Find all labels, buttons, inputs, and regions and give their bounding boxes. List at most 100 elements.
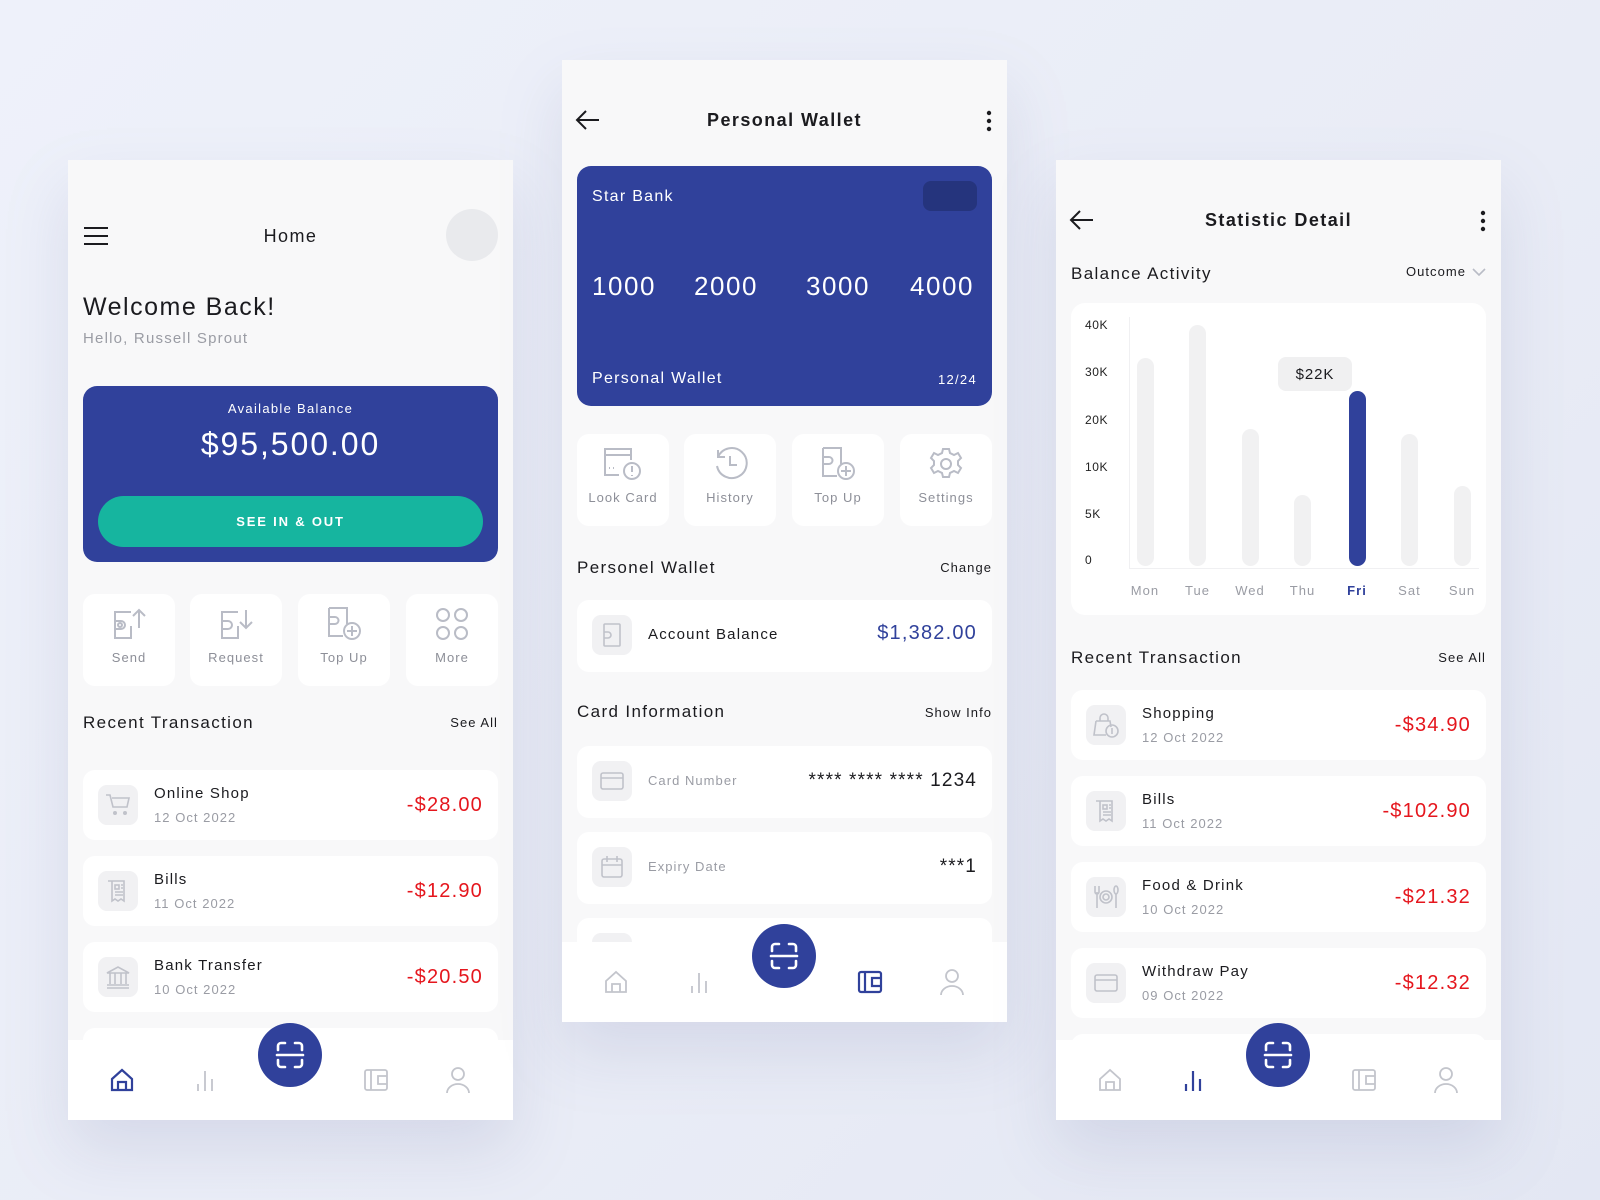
nav-stats[interactable]	[1177, 1064, 1209, 1096]
page-title: Personal Wallet	[707, 110, 862, 130]
transaction-name: Online Shop	[154, 785, 250, 802]
send-action[interactable]: Send	[83, 594, 175, 686]
transaction-amount: -$12.32	[1394, 972, 1471, 994]
account-balance-value: $1,382.00	[877, 622, 977, 644]
card-number-label: Card Number	[648, 773, 738, 788]
bar-sun[interactable]	[1453, 485, 1471, 566]
x-tick-label: Mon	[1130, 583, 1160, 598]
statistic-screen: Statistic Detail Balance Activity Outcom…	[1056, 160, 1501, 1120]
topup-action[interactable]: Top Up	[298, 594, 390, 686]
transaction-amount: -$34.90	[1394, 714, 1471, 736]
card-icon	[592, 761, 632, 801]
home-screen: Home Welcome Back! Hello, Russell Sprout…	[68, 160, 513, 1120]
account-balance-label: Account Balance	[648, 626, 779, 643]
balance-value: $95,500.00	[200, 426, 381, 462]
action-label: History	[706, 490, 754, 505]
welcome-heading: Welcome Back!	[83, 293, 276, 321]
transaction-amount: -$102.90	[1382, 800, 1471, 822]
change-link[interactable]: Change	[940, 560, 992, 575]
balance-card: Available Balance $95,500.00 SEE IN & OU…	[83, 386, 498, 562]
transaction-row[interactable]: Online Shop 12 Oct 2022 -$28.00	[83, 770, 498, 840]
transaction-row[interactable]: Withdraw Pay 09 Oct 2022 -$12.32	[1071, 948, 1486, 1018]
filter-value: Outcome	[1405, 264, 1466, 279]
nav-home[interactable]	[106, 1064, 138, 1096]
show-info-link[interactable]: Show Info	[925, 705, 992, 720]
x-tick-label: Sat	[1398, 583, 1421, 598]
chart-plot: 0 5K 10K 20K 30K 40K Mon Tue Wed Thu Fri $22K Sat Sun	[1071, 303, 1486, 615]
transaction-amount: -$20.50	[406, 966, 483, 988]
expiry-date-row: Expiry Date ***1	[577, 832, 992, 904]
see-all-link[interactable]: See All	[1438, 650, 1486, 665]
bar-sat[interactable]	[1401, 434, 1418, 566]
filter-dropdown[interactable]: Outcome	[1406, 264, 1486, 279]
settings-action[interactable]: Settings	[900, 434, 992, 526]
scan-icon	[769, 942, 799, 970]
y-tick-label: 5K	[1085, 507, 1101, 521]
wallet-screen: Personal Wallet Star Bank 1000 2000 3000…	[562, 60, 1007, 1022]
nav-wallet[interactable]	[1348, 1064, 1380, 1096]
expiry-date-value: ***1	[939, 856, 977, 877]
scan-button[interactable]	[258, 1023, 322, 1087]
action-label: Request	[208, 650, 264, 665]
y-axis-line	[1129, 317, 1130, 569]
wallet-topup-icon	[328, 607, 361, 640]
transaction-row[interactable]: Shopping 12 Oct 2022 -$34.90	[1071, 690, 1486, 760]
account-balance-row[interactable]: Account Balance $1,382.00	[577, 600, 992, 672]
wallet-icon	[592, 615, 632, 655]
card-number-value: **** **** **** 1234	[808, 770, 977, 791]
card-number-group: 4000	[910, 271, 975, 301]
scan-icon	[1263, 1041, 1293, 1069]
transaction-row[interactable]: Food & Drink 10 Oct 2022 -$21.32	[1071, 862, 1486, 932]
chart-icon	[197, 1071, 213, 1091]
transaction-date: 09 Oct 2022	[1142, 988, 1225, 1003]
transaction-date: 11 Oct 2022	[154, 896, 236, 911]
bar-wed[interactable]	[1241, 429, 1259, 566]
transaction-date: 12 Oct 2022	[154, 810, 237, 825]
history-action[interactable]: History	[684, 434, 776, 526]
nav-home[interactable]	[1094, 1064, 1126, 1096]
topup-action[interactable]: Top Up	[792, 434, 884, 526]
avatar[interactable]	[446, 209, 498, 261]
nav-stats[interactable]	[683, 966, 715, 998]
calendar-icon	[592, 847, 632, 887]
action-label: Settings	[918, 490, 974, 505]
balance-chart: 0 5K 10K 20K 30K 40K Mon Tue Wed Thu Fri $22K Sat Sun	[1071, 303, 1486, 615]
greeting-text: Hello, Russell Sprout	[83, 330, 249, 347]
card-alert-icon	[604, 448, 641, 480]
bar-thu[interactable]	[1294, 495, 1311, 566]
transaction-row[interactable]: Bills 11 Oct 2022 -$12.90	[83, 856, 498, 926]
nav-profile[interactable]	[1430, 1064, 1462, 1096]
nav-wallet[interactable]	[854, 966, 886, 998]
nav-profile[interactable]	[936, 966, 968, 998]
request-action[interactable]: Request	[190, 594, 282, 686]
card-holder: Personal Wallet	[592, 370, 723, 387]
y-tick-label: 0	[1085, 553, 1093, 567]
gear-icon	[929, 448, 963, 478]
transaction-name: Bank Transfer	[154, 957, 263, 974]
see-in-out-button[interactable]: SEE IN & OUT	[98, 496, 483, 547]
bar-mon[interactable]	[1136, 357, 1154, 566]
nav-stats[interactable]	[189, 1064, 221, 1096]
more-options-button[interactable]	[981, 108, 997, 134]
card-expiry: 12/24	[937, 372, 977, 387]
nav-profile[interactable]	[442, 1064, 474, 1096]
bank-name: Star Bank	[592, 188, 674, 205]
see-all-link[interactable]: See All	[450, 715, 498, 730]
action-label: More	[435, 650, 469, 665]
chart-icon	[1184, 1071, 1202, 1091]
more-action[interactable]: More	[406, 594, 498, 686]
bar-tue[interactable]	[1189, 325, 1206, 566]
nav-wallet[interactable]	[360, 1064, 392, 1096]
scan-icon	[275, 1041, 305, 1069]
bank-card[interactable]: Star Bank 1000 2000 3000 4000 Personal W…	[577, 166, 992, 406]
more-options-button[interactable]	[1475, 208, 1491, 234]
transaction-row[interactable]: Bills 11 Oct 2022 -$102.90	[1071, 776, 1486, 846]
scan-button[interactable]	[1246, 1023, 1310, 1087]
look-card-action[interactable]: Look Card	[577, 434, 669, 526]
transaction-row[interactable]: Bank Transfer 10 Oct 2022 -$20.50	[83, 942, 498, 1012]
card-information-title: Card Information	[577, 702, 726, 721]
nav-home[interactable]	[600, 966, 632, 998]
transaction-name: Food & Drink	[1142, 877, 1244, 894]
bar-fri[interactable]	[1348, 391, 1366, 566]
scan-button[interactable]	[752, 924, 816, 988]
